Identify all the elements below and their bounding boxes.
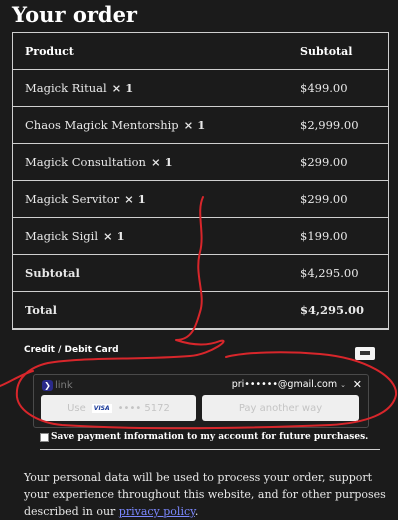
visa-icon: VISA [91,403,112,413]
total-value: $4,295.00 [288,291,389,329]
subtotal-label: Subtotal [12,254,288,292]
chevron-down-icon: ⌄ [340,381,346,389]
payment-method-label: Credit / Debit Card [24,345,119,355]
product-quantity: × 1 [124,192,146,206]
payment-section: Credit / Debit Card ❯ link pri••••••@gmai… [12,329,389,456]
credit-card-icon[interactable] [355,347,375,360]
price-cell: $499.00 [288,69,389,107]
total-label: Total [12,291,288,329]
product-name: Chaos Magick Mentorship [25,118,179,132]
link-account-dropdown[interactable]: pri••••••@gmail.com ⌄ [232,379,346,390]
price-cell: $2,999.00 [288,106,389,144]
table-row: Magick Consultation × 1 $299.00 [12,143,389,181]
save-payment-option[interactable]: Save payment information to my account f… [40,432,380,450]
product-cell: Chaos Magick Mentorship × 1 [12,106,288,144]
product-name: Magick Consultation [25,155,146,169]
table-header-row: Product Subtotal [12,32,389,70]
price-cell: $299.00 [288,143,389,181]
privacy-policy-link[interactable]: privacy policy [119,505,195,518]
table-row: Magick Sigil × 1 $199.00 [12,217,389,255]
table-row: Magick Ritual × 1 $499.00 [12,69,389,107]
save-payment-checkbox[interactable] [40,432,49,442]
save-payment-label: Save payment information to my account f… [51,432,369,442]
product-name: Magick Servitor [25,192,120,206]
link-logo: ❯ link [42,380,73,391]
privacy-text: Your personal data will be used to proce… [24,471,386,518]
use-label: Use [67,402,86,414]
product-cell: Magick Consultation × 1 [12,143,288,181]
subtotal-row: Subtotal $4,295.00 [12,254,389,292]
product-name: Magick Ritual [25,81,107,95]
table-row: Magick Servitor × 1 $299.00 [12,180,389,218]
privacy-notice: Your personal data will be used to proce… [24,469,392,520]
link-logo-text: link [55,380,73,391]
order-table: Product Subtotal Magick Ritual × 1 $499.0… [12,32,389,329]
product-quantity: × 1 [111,81,134,95]
price-cell: $299.00 [288,180,389,218]
product-name: Magick Sigil [25,229,99,243]
table-row: Chaos Magick Mentorship × 1 $2,999.00 [12,106,389,144]
pay-another-way-button[interactable]: Pay another way [202,395,359,421]
product-cell: Magick Ritual × 1 [12,69,288,107]
close-icon[interactable]: ✕ [353,378,362,391]
page-title: Your order [12,2,137,27]
product-column-header: Product [12,32,288,70]
subtotal-column-header: Subtotal [288,32,389,70]
product-quantity: × 1 [103,229,125,243]
total-row: Total $4,295.00 [12,291,389,329]
link-email: pri••••••@gmail.com [231,379,338,390]
price-cell: $199.00 [288,217,389,255]
subtotal-value: $4,295.00 [288,254,389,292]
product-cell: Magick Sigil × 1 [12,217,288,255]
product-quantity: × 1 [183,118,206,132]
privacy-end: . [194,505,199,518]
link-chevron-icon: ❯ [42,380,53,391]
product-quantity: × 1 [150,155,173,169]
card-last4: •••• 5172 [117,402,170,414]
product-cell: Magick Servitor × 1 [12,180,288,218]
link-payment-widget: ❯ link pri••••••@gmail.com ⌄ ✕ Use VISA ••… [33,374,369,428]
use-saved-card-button[interactable]: Use VISA •••• 5172 [41,395,196,421]
